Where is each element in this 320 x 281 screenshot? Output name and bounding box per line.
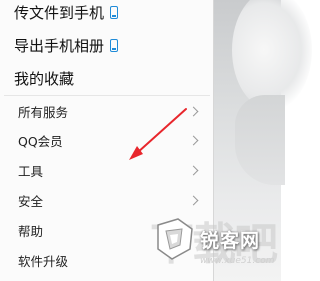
watermark-text: 锐客网 xyxy=(200,230,261,252)
menu-item-label: 我的收藏 xyxy=(14,69,75,88)
menu-divider xyxy=(4,95,210,96)
menu-item-label: 安全 xyxy=(18,194,44,209)
menu-item-send-file-to-phone[interactable]: 传文件到手机 xyxy=(14,1,119,23)
chevron-right-icon xyxy=(188,135,199,146)
menu-item-tools[interactable]: 工具 xyxy=(4,156,210,185)
chevron-right-icon xyxy=(188,106,199,117)
chevron-right-icon xyxy=(188,165,199,176)
menu-item-export-phone-album[interactable]: 导出手机相册 xyxy=(14,34,119,56)
menu-item-label: 帮助 xyxy=(18,224,44,239)
menu-item-label: 软件升级 xyxy=(18,254,69,269)
menu-item-my-favorites[interactable]: 我的收藏 xyxy=(14,67,74,89)
menu-item-label: 导出手机相册 xyxy=(14,36,105,55)
menu-item-all-services[interactable]: 所有服务 xyxy=(4,97,210,126)
watermark-logo-icon xyxy=(157,218,193,260)
phone-icon xyxy=(110,5,119,19)
phone-icon xyxy=(110,38,119,52)
menu-item-label: 所有服务 xyxy=(18,105,69,120)
menu-item-label: 传文件到手机 xyxy=(14,3,105,22)
menu-item-label: 工具 xyxy=(18,164,44,179)
menu-item-qq-vip[interactable]: QQ会员 xyxy=(4,126,210,155)
chevron-right-icon xyxy=(188,195,199,206)
watermark-url: www.xue51.com xyxy=(200,256,275,266)
menu-item-label: QQ会员 xyxy=(18,134,63,149)
background-decoration xyxy=(232,0,312,110)
